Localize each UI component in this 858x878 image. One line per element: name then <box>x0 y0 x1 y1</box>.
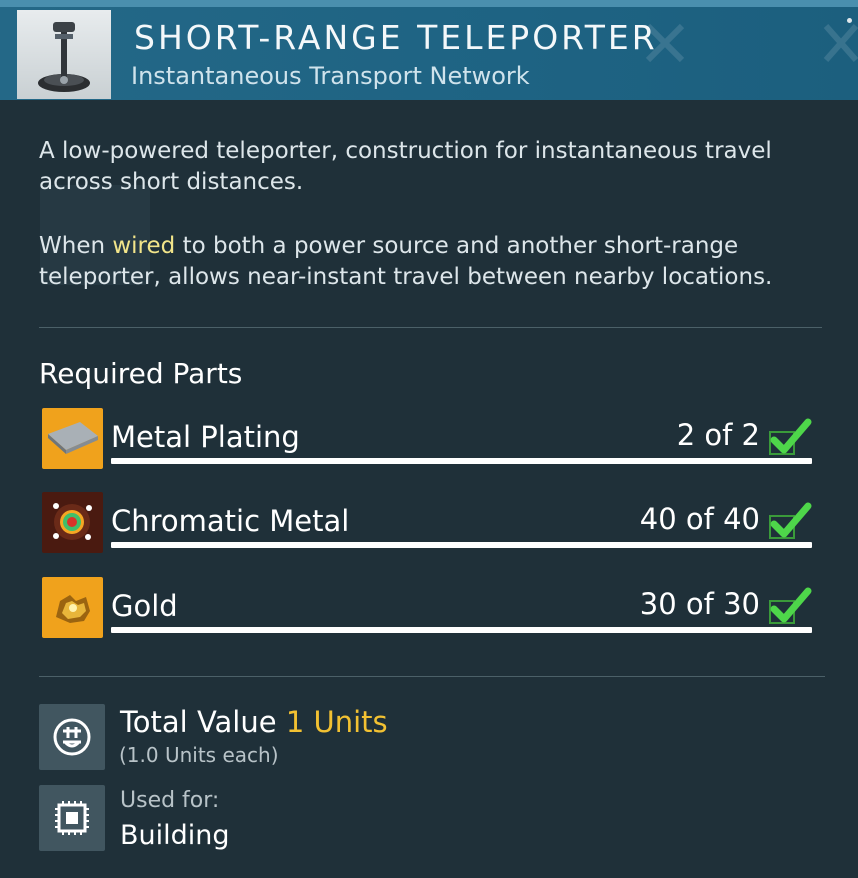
checkmark-icon <box>769 502 812 539</box>
part-name: Gold <box>111 589 178 623</box>
part-name: Chromatic Metal <box>111 504 350 538</box>
section-divider <box>39 676 825 677</box>
part-quantity: 30 of 30 <box>639 587 760 621</box>
part-row: Chromatic Metal 40 of 40 <box>42 492 812 556</box>
checkmark-icon <box>769 418 812 455</box>
total-value: Total Value 1 Units <box>120 705 388 739</box>
part-progress-bar <box>111 458 812 464</box>
item-subtitle: Instantaneous Transport Network <box>131 62 530 90</box>
total-value-amount: 1 Units <box>285 705 388 739</box>
units-icon-box <box>39 704 105 770</box>
crossed-tools-icon <box>645 23 685 63</box>
description-paragraph-1: A low-powered teleporter, construction f… <box>39 138 772 195</box>
part-quantity: 40 of 40 <box>639 502 760 536</box>
part-quantity: 2 of 2 <box>676 418 760 452</box>
building-chip-icon <box>55 801 89 835</box>
item-header: SHORT-RANGE TELEPORTER Instantaneous Tra… <box>0 0 858 100</box>
required-parts-heading: Required Parts <box>39 357 243 390</box>
metal-plating-icon <box>42 408 103 469</box>
part-name: Metal Plating <box>111 420 300 454</box>
header-top-strip <box>0 0 858 7</box>
part-progress-bar <box>111 542 812 548</box>
crossed-tools-icon <box>823 24 858 62</box>
part-progress-bar <box>111 627 812 633</box>
chromatic-metal-icon <box>42 492 103 553</box>
used-for-value: Building <box>120 820 230 851</box>
wired-keyword: wired <box>112 233 176 259</box>
used-for-label: Used for: <box>120 788 220 813</box>
item-thumbnail <box>17 10 111 99</box>
part-row: Gold 30 of 30 <box>42 577 812 641</box>
units-icon <box>53 718 91 756</box>
gold-icon <box>42 577 103 638</box>
teleporter-icon <box>38 22 90 92</box>
part-row: Metal Plating 2 of 2 <box>42 408 812 472</box>
unit-value-each: (1.0 Units each) <box>119 743 279 767</box>
building-icon-box <box>39 785 105 851</box>
item-title: SHORT-RANGE TELEPORTER <box>134 18 658 57</box>
section-divider <box>39 327 822 328</box>
description-paragraph-2: When wired to both a power source and an… <box>39 233 773 290</box>
checkmark-icon <box>769 587 812 624</box>
